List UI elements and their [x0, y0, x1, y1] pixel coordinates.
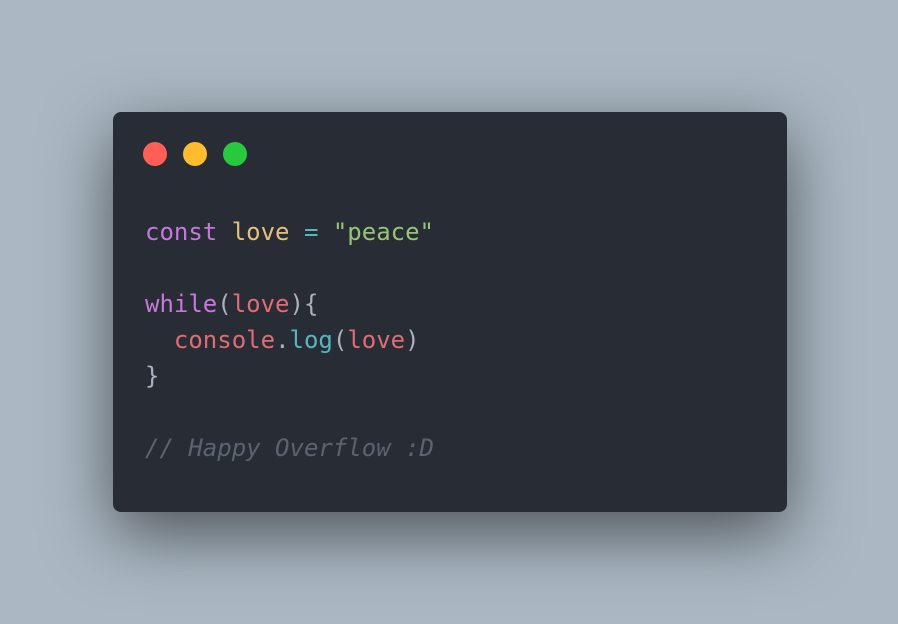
code-line: while(love){ — [145, 286, 434, 322]
code-token-punctuation: ){ — [289, 290, 319, 318]
code-token-variable: love — [231, 218, 290, 246]
code-token-punctuation: ( — [332, 326, 348, 354]
code-token-punctuation: ) — [405, 326, 420, 354]
code-token-punctuation: } — [145, 362, 160, 390]
code-token-punctuation — [318, 218, 332, 246]
code-token-string: "peace" — [332, 218, 435, 246]
code-line: console.log(love) — [145, 322, 434, 358]
code-token-keyword: while — [145, 290, 218, 318]
code-token-punctuation: . — [275, 326, 290, 354]
code-window: const love = "peace" while(love){ console… — [113, 112, 787, 512]
code-token-identifier: love — [347, 326, 406, 354]
code-token-keyword: const — [145, 218, 218, 246]
minimize-button-icon[interactable] — [183, 142, 207, 166]
code-token-identifier: love — [231, 290, 290, 318]
close-button-icon[interactable] — [143, 142, 167, 166]
code-token-punctuation: ( — [217, 290, 232, 318]
code-token-comment: // Happy Overflow :D — [145, 434, 434, 462]
code-token-operator: = — [303, 218, 319, 246]
code-token-punctuation — [217, 218, 231, 246]
code-token-function: log — [289, 326, 333, 354]
code-token-punctuation — [145, 326, 174, 354]
code-line: } — [145, 358, 434, 394]
code-token-punctuation — [290, 218, 304, 246]
code-line: const love = "peace" — [145, 214, 434, 250]
code-block: const love = "peace" while(love){ console… — [145, 214, 434, 466]
code-token-identifier: console — [173, 326, 276, 354]
zoom-button-icon[interactable] — [223, 142, 247, 166]
code-line: // Happy Overflow :D — [145, 430, 434, 466]
